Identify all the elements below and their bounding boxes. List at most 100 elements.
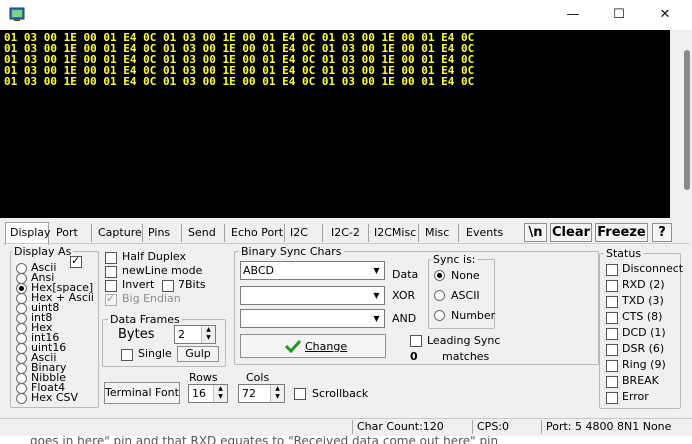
display-as-checkbox[interactable] — [70, 254, 82, 268]
tab-i2c[interactable]: I2C — [290, 226, 308, 239]
tab-capture[interactable]: Capture — [98, 226, 142, 239]
scrollback-checkbox[interactable] — [294, 388, 306, 400]
status-led-txd — [606, 296, 618, 308]
half-duplex-checkbox[interactable] — [105, 252, 117, 264]
spinner-arrows-icon[interactable]: ▲ ▼ — [201, 326, 215, 343]
terminal-line: 01 03 00 1E 00 01 E4 0C 01 03 00 1E 00 0… — [4, 75, 475, 88]
sync-radio-number[interactable] — [434, 310, 445, 321]
maximize-button[interactable]: ☐ — [596, 0, 642, 30]
clear-button[interactable]: Clear — [550, 223, 592, 242]
matches-count: 0 — [410, 350, 418, 363]
scrollback-label: Scrollback — [312, 387, 369, 400]
close-button[interactable]: ✕ — [642, 0, 688, 30]
tab-port[interactable]: Port — [56, 226, 78, 239]
app-icon — [9, 7, 25, 21]
half-duplex-label: Half Duplex — [122, 250, 187, 263]
display-as-title: Display As — [12, 245, 74, 258]
sync-radio-label: ASCII — [451, 289, 480, 302]
newline-mode-label: newLine mode — [122, 264, 203, 277]
status-label: RXD (2) — [622, 278, 665, 291]
xor-combo[interactable]: ▼ — [240, 286, 385, 305]
status-led-ring — [606, 360, 618, 372]
terminal-output[interactable]: 01 03 00 1E 00 01 E4 0C 01 03 00 1E 00 0… — [0, 30, 670, 218]
tab-separator — [91, 224, 92, 242]
status-label: Error — [622, 390, 649, 403]
xor-label: XOR — [392, 289, 416, 302]
sync-is-title: Sync is: — [431, 253, 478, 266]
status-led-dcd — [606, 328, 618, 340]
help-button[interactable]: ? — [652, 223, 672, 242]
tab-display[interactable]: Display — [10, 226, 51, 239]
background-text: goes in here" pin and that RXD equates t… — [30, 436, 499, 444]
checkmark-icon — [285, 339, 301, 353]
status-label: BREAK — [622, 374, 659, 387]
bytes-spinner[interactable]: 2 ▲ ▼ — [174, 325, 216, 344]
status-label: TXD (3) — [622, 294, 664, 307]
status-led-error — [606, 392, 618, 404]
and-label: AND — [392, 312, 417, 325]
matches-label: matches — [442, 350, 490, 363]
scrollbar-thumb[interactable] — [684, 50, 690, 190]
7bits-checkbox[interactable] — [162, 280, 174, 292]
gulp-button[interactable]: Gulp — [177, 346, 219, 362]
status-led-disconnect — [606, 264, 618, 276]
tab-separator — [181, 224, 182, 242]
tab-pins[interactable]: Pins — [148, 226, 170, 239]
tab-echo-port[interactable]: Echo Port — [231, 226, 283, 239]
freeze-button[interactable]: Freeze — [595, 223, 648, 242]
minimize-button[interactable]: — — [550, 0, 596, 30]
background-window: goes in here" pin and that RXD equates t… — [0, 436, 692, 444]
sync-radio-ascii[interactable] — [434, 290, 445, 301]
7bits-label: 7Bits — [178, 278, 206, 291]
status-label: Disconnect — [622, 262, 684, 275]
cols-label: Cols — [246, 371, 270, 384]
cps-readout: CPS:0 — [472, 420, 539, 434]
data-frames-title: Data Frames — [108, 313, 182, 326]
big-endian-checkbox[interactable] — [105, 292, 117, 306]
tab-misc[interactable]: Misc — [425, 226, 449, 239]
tab-events[interactable]: Events — [466, 226, 503, 239]
status-led-dsr — [606, 344, 618, 356]
sync-radio-label: None — [451, 269, 480, 282]
and-combo[interactable]: ▼ — [240, 309, 385, 328]
data-combo[interactable]: ABCD ▼ — [240, 261, 385, 280]
tab-separator — [284, 224, 285, 242]
tab-separator — [418, 224, 419, 242]
big-endian-label: Big Endian — [122, 292, 181, 305]
tab-separator — [142, 224, 143, 242]
newline-button[interactable]: \n — [524, 223, 547, 242]
data-combo-value: ABCD — [243, 264, 275, 277]
chevron-down-icon[interactable]: ▼ — [369, 262, 384, 279]
status-label: DCD (1) — [622, 326, 666, 339]
spinner-arrows-icon[interactable]: ▲ ▼ — [270, 385, 284, 402]
terminal-font-button[interactable]: Terminal Font — [104, 382, 180, 404]
invert-checkbox[interactable] — [105, 280, 117, 292]
sync-radio-none[interactable] — [434, 270, 445, 281]
rows-spinner[interactable]: 16 ▲ ▼ — [188, 384, 228, 403]
status-led-cts — [606, 312, 618, 324]
status-label: Ring (9) — [622, 358, 666, 371]
binary-sync-title: Binary Sync Chars — [239, 245, 344, 258]
status-led-rxd — [606, 280, 618, 292]
tab-send[interactable]: Send — [188, 226, 216, 239]
chevron-down-icon[interactable]: ▼ — [369, 287, 384, 304]
change-label: Change — [305, 340, 348, 353]
data-label: Data — [392, 268, 419, 281]
status-label: CTS (8) — [622, 310, 663, 323]
radio-hex-csv[interactable] — [16, 393, 27, 404]
tab-separator — [224, 224, 225, 242]
chevron-down-icon[interactable]: ▼ — [369, 310, 384, 327]
tab-i2c-2[interactable]: I2C-2 — [331, 226, 360, 239]
cols-spinner[interactable]: 72 ▲ ▼ — [238, 384, 285, 403]
bytes-value: 2 — [178, 328, 185, 341]
tab-separator — [368, 224, 369, 242]
spinner-arrows-icon[interactable]: ▲ ▼ — [213, 385, 227, 402]
newline-mode-checkbox[interactable] — [105, 266, 117, 278]
single-checkbox[interactable] — [121, 349, 133, 361]
change-button[interactable]: Change — [240, 334, 386, 358]
tab-i2cmisc[interactable]: I2CMisc — [374, 226, 416, 239]
status-label: DSR (6) — [622, 342, 665, 355]
bytes-label: Bytes — [118, 327, 155, 342]
leading-sync-checkbox[interactable] — [410, 335, 422, 347]
single-label: Single — [138, 347, 172, 360]
